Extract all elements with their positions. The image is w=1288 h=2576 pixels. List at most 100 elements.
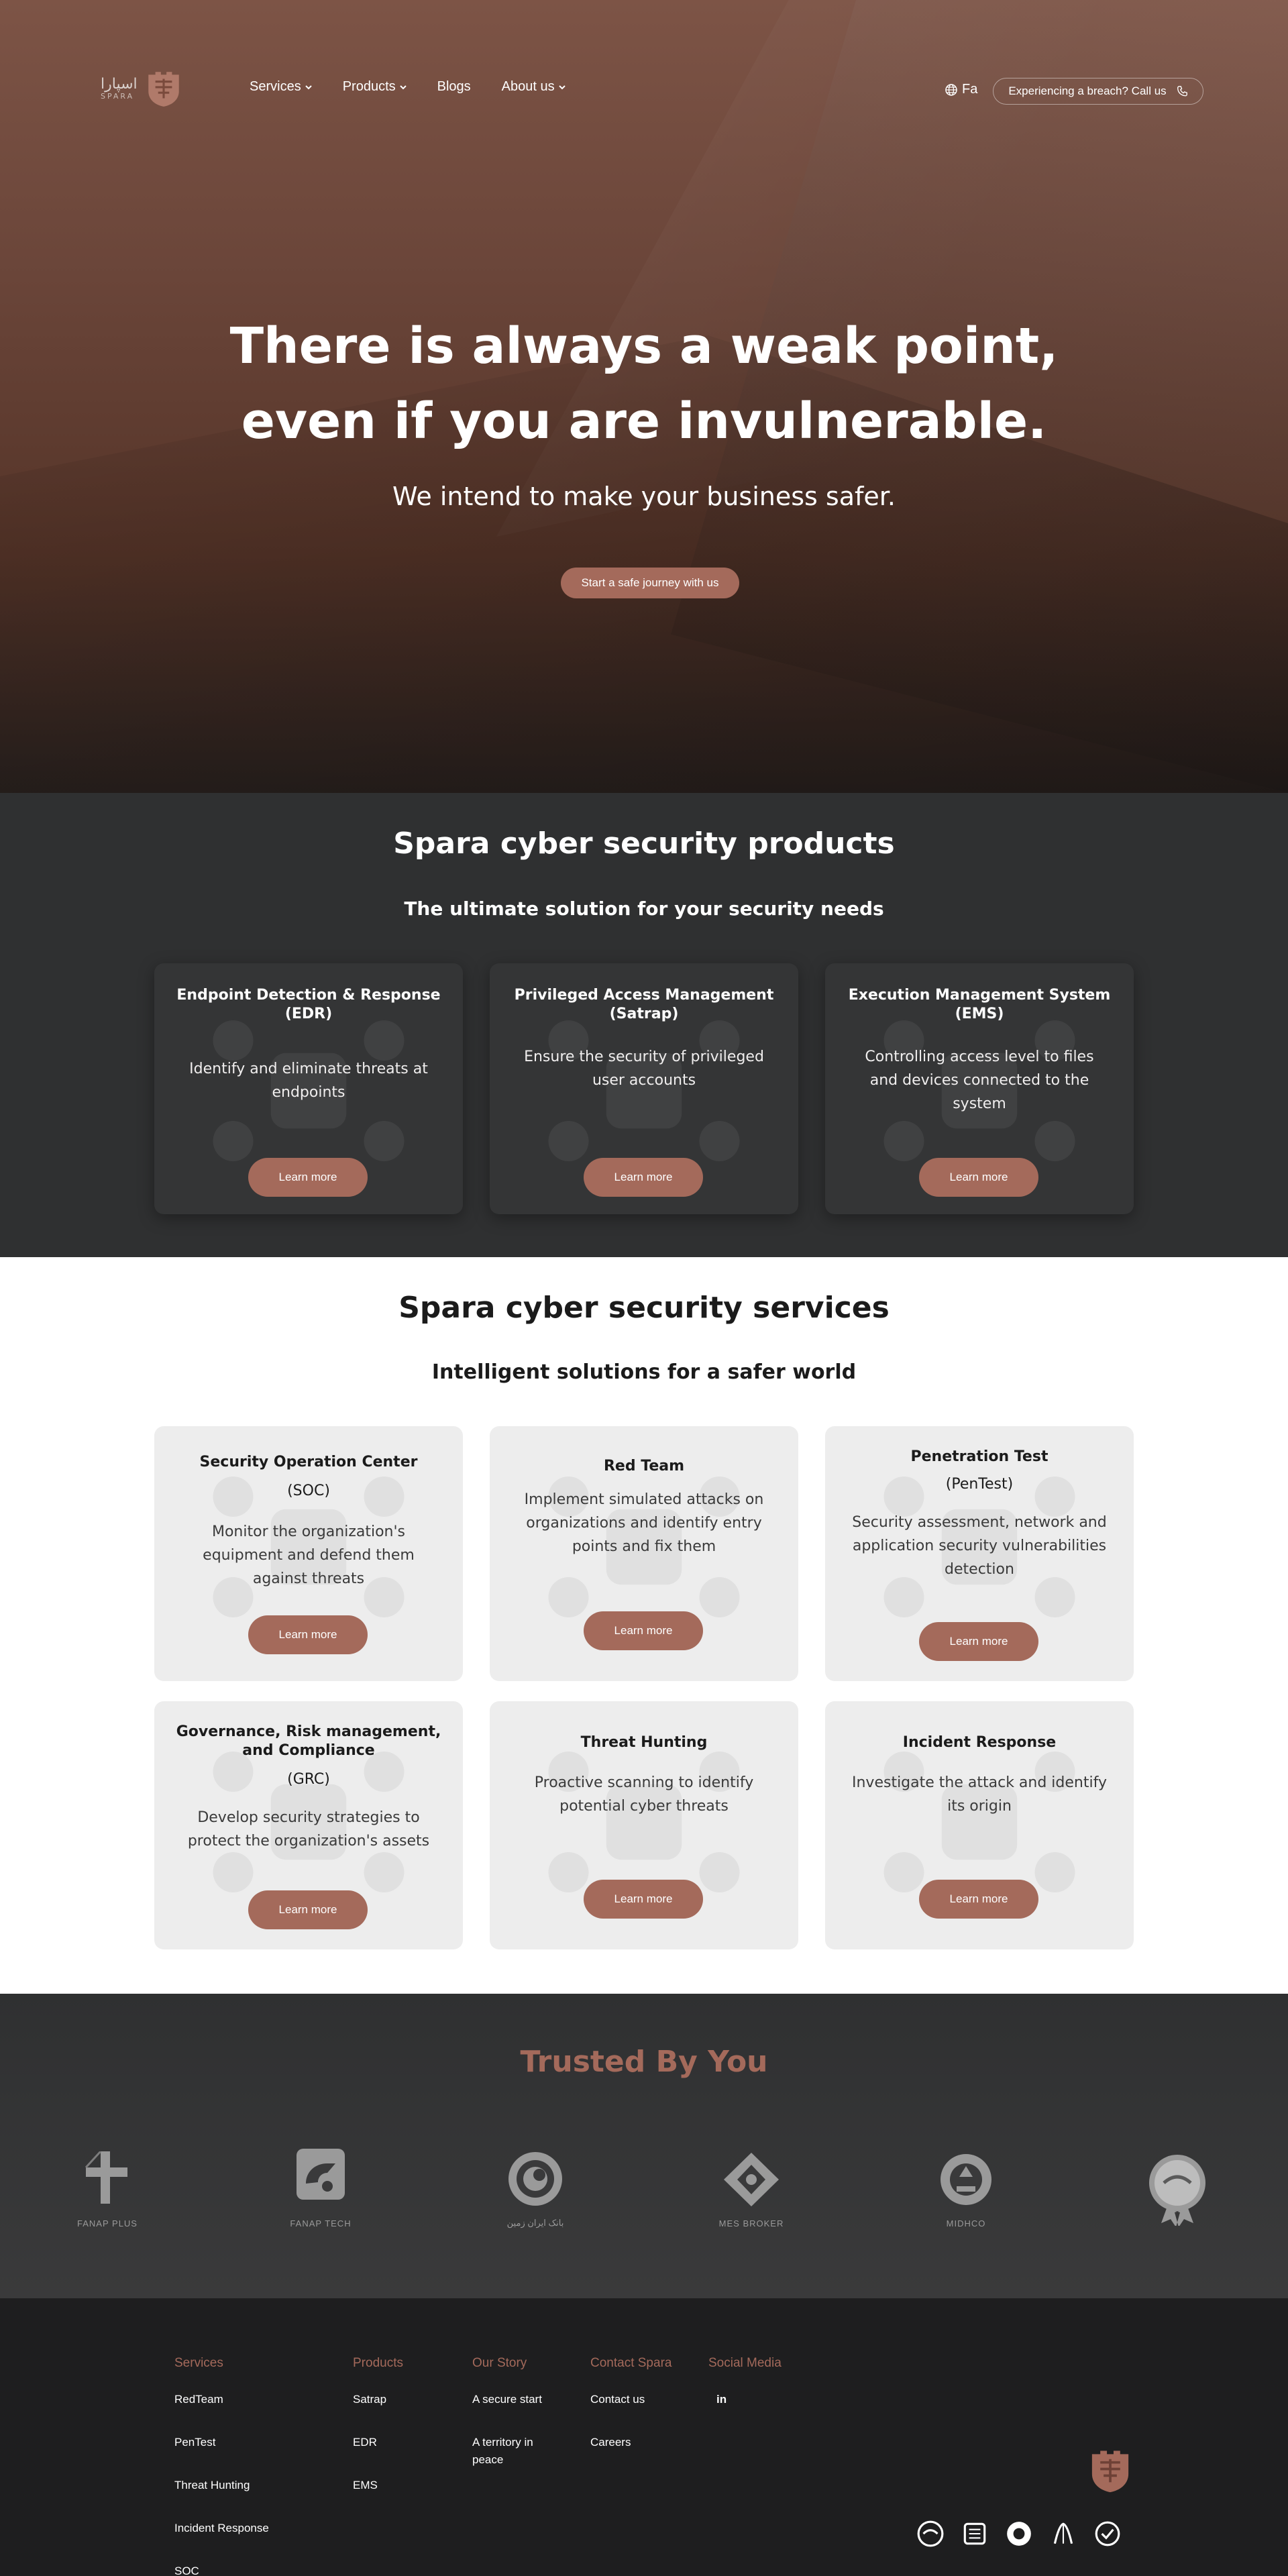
menu-about[interactable]: About us bbox=[502, 79, 566, 95]
footer-link[interactable]: Contact us bbox=[590, 2391, 672, 2408]
certificate-seal-icon[interactable] bbox=[916, 2520, 945, 2548]
main-menu: Services Products Blogs About us bbox=[250, 79, 566, 95]
site-logo[interactable]: اسپارا SPARA bbox=[101, 67, 201, 110]
partner-label: بانک ایران زمین bbox=[506, 2218, 564, 2228]
partner-label: FANAP PLUS bbox=[77, 2218, 138, 2229]
card-desc: Proactive scanning to identify potential… bbox=[534, 1774, 754, 1815]
partner-mes-broker: MES BROKER bbox=[708, 2137, 795, 2229]
site-footer: Services RedTeam PenTest Threat Hunting … bbox=[0, 2298, 1288, 2576]
footer-heading: Products bbox=[353, 2356, 403, 2370]
learn-more-button[interactable]: Learn more bbox=[248, 1615, 368, 1654]
menu-label: Blogs bbox=[437, 79, 471, 94]
learn-more-button[interactable]: Learn more bbox=[248, 1890, 368, 1929]
learn-more-button[interactable]: Learn more bbox=[919, 1158, 1038, 1197]
card-title: Endpoint Detection & Response (EDR) bbox=[176, 987, 441, 1022]
certificate-seal-icon[interactable] bbox=[1093, 2520, 1122, 2548]
menu-services[interactable]: Services bbox=[250, 79, 312, 95]
logo-text: اسپارا bbox=[101, 75, 138, 93]
footer-heading: Our Story bbox=[472, 2356, 527, 2370]
learn-more-button[interactable]: Learn more bbox=[248, 1158, 368, 1197]
learn-more-button[interactable]: Learn more bbox=[919, 1622, 1038, 1661]
footer-link[interactable]: Threat Hunting bbox=[174, 2477, 269, 2494]
menu-blogs[interactable]: Blogs bbox=[437, 79, 471, 95]
card-desc: Identify and eliminate threats at endpoi… bbox=[189, 1061, 428, 1101]
footer-link[interactable]: Satrap bbox=[353, 2391, 403, 2408]
certificate-seal-icon[interactable] bbox=[1005, 2520, 1033, 2548]
footer-link[interactable]: Careers bbox=[590, 2434, 672, 2451]
card-desc: Develop security strategies to protect t… bbox=[187, 1809, 430, 1849]
card-desc: Controlling access level to files and de… bbox=[865, 1049, 1094, 1112]
footer-col-social: Social Media in bbox=[708, 2356, 782, 2434]
chevron-down-icon bbox=[399, 85, 407, 89]
logo-emblem-icon bbox=[148, 72, 179, 107]
card-abbr: (SOC) bbox=[287, 1483, 330, 1499]
hero-title-line: There is always a weak point, bbox=[229, 317, 1059, 375]
card-desc: Implement simulated attacks on organizat… bbox=[524, 1491, 764, 1555]
hero-subtitle: We intend to make your business safer. bbox=[392, 482, 896, 511]
footer-link[interactable]: A secure start bbox=[472, 2391, 553, 2408]
service-card-threat-hunting: Threat Hunting Proactive scanning to ide… bbox=[490, 1701, 798, 1949]
certificate-seal-icon[interactable] bbox=[961, 2520, 989, 2548]
footer-link[interactable]: SOC bbox=[174, 2563, 269, 2576]
footer-link[interactable]: PenTest bbox=[174, 2434, 269, 2451]
footer-link[interactable]: A territory in peace bbox=[472, 2434, 553, 2469]
card-desc: Ensure the security of privileged user a… bbox=[524, 1049, 764, 1089]
fanap-plus-logo-icon bbox=[85, 2151, 127, 2204]
call-label: Experiencing a breach? Call us bbox=[1008, 85, 1167, 97]
footer-link[interactable]: EDR bbox=[353, 2434, 403, 2451]
services-title: Spara cyber security services bbox=[398, 1291, 890, 1325]
card-title: Governance, Risk management, and Complia… bbox=[176, 1723, 441, 1759]
footer-link[interactable]: EMS bbox=[353, 2477, 403, 2494]
partner-label: FANAP TECH bbox=[290, 2218, 352, 2229]
footer-link[interactable]: Incident Response bbox=[174, 2520, 269, 2537]
certification-icons bbox=[916, 2520, 1122, 2548]
logo-wordmark: اسپارا SPARA bbox=[101, 75, 138, 101]
learn-more-button[interactable]: Learn more bbox=[584, 1880, 703, 1919]
midhco-logo-icon bbox=[941, 2154, 991, 2205]
product-card-edr: Endpoint Detection & Response (EDR) Iden… bbox=[154, 963, 463, 1214]
service-card-pentest: Penetration Test (PenTest) Security asse… bbox=[825, 1426, 1134, 1681]
service-card-grc: Governance, Risk management, and Complia… bbox=[154, 1701, 463, 1949]
phone-icon bbox=[1177, 86, 1187, 97]
partner-label: MIDHCO bbox=[946, 2218, 986, 2229]
certificate-seal-icon[interactable] bbox=[1049, 2520, 1077, 2548]
mihan-badge-icon bbox=[1149, 2155, 1205, 2226]
chevron-down-icon bbox=[558, 85, 566, 89]
services-section: Spara cyber security services Intelligen… bbox=[0, 1257, 1288, 1994]
service-card-redteam: Red Team Implement simulated attacks on … bbox=[490, 1426, 798, 1681]
language-label: Fa bbox=[962, 82, 978, 97]
services-subtitle: Intelligent solutions for a safer world bbox=[431, 1360, 857, 1384]
start-journey-button[interactable]: Start a safe journey with us bbox=[561, 568, 739, 598]
card-title: Incident Response bbox=[902, 1734, 1057, 1751]
footer-col-our-story: Our Story A secure start A territory in … bbox=[472, 2356, 553, 2494]
products-section: Spara cyber security products The ultima… bbox=[0, 793, 1288, 1257]
card-abbr: (GRC) bbox=[287, 1771, 330, 1788]
card-abbr: (PenTest) bbox=[945, 1476, 1014, 1493]
footer-heading: Social Media bbox=[708, 2356, 782, 2370]
language-switch[interactable]: Fa bbox=[945, 82, 977, 97]
partner-label: MES BROKER bbox=[718, 2218, 784, 2229]
menu-products[interactable]: Products bbox=[343, 79, 407, 95]
service-card-soc: Security Operation Center (SOC) Monitor … bbox=[154, 1426, 463, 1681]
product-card-satrap: Privileged Access Management (Satrap) En… bbox=[490, 963, 798, 1214]
partner-mihan bbox=[1140, 2137, 1214, 2229]
menu-label: About us bbox=[501, 79, 555, 94]
partner-fanap-plus: FANAP PLUS bbox=[74, 2137, 141, 2229]
partner-fanap-tech: FANAP TECH bbox=[287, 2137, 354, 2229]
footer-heading: Contact Spara bbox=[590, 2356, 672, 2370]
learn-more-button[interactable]: Learn more bbox=[584, 1158, 703, 1197]
card-desc: Monitor the organization's equipment and… bbox=[203, 1523, 415, 1587]
products-subtitle: The ultimate solution for your security … bbox=[404, 898, 884, 920]
learn-more-button[interactable]: Learn more bbox=[584, 1611, 703, 1650]
service-card-incident-response: Incident Response Investigate the attack… bbox=[825, 1701, 1134, 1949]
footer-col-contact: Contact Spara Contact us Careers bbox=[590, 2356, 672, 2477]
linkedin-icon[interactable]: in bbox=[708, 2391, 782, 2408]
top-nav: اسپارا SPARA Services Products Blogs Abo… bbox=[0, 67, 1288, 110]
product-card-ems: Execution Management System (EMS) Contro… bbox=[825, 963, 1134, 1214]
footer-link[interactable]: RedTeam bbox=[174, 2391, 269, 2408]
footer-col-services: Services RedTeam PenTest Threat Hunting … bbox=[174, 2356, 269, 2576]
breach-call-button[interactable]: Experiencing a breach? Call us bbox=[993, 78, 1203, 105]
menu-label: Services bbox=[250, 79, 301, 94]
hero-title: There is always a weak point, even if yo… bbox=[0, 309, 1288, 459]
learn-more-button[interactable]: Learn more bbox=[919, 1880, 1038, 1919]
